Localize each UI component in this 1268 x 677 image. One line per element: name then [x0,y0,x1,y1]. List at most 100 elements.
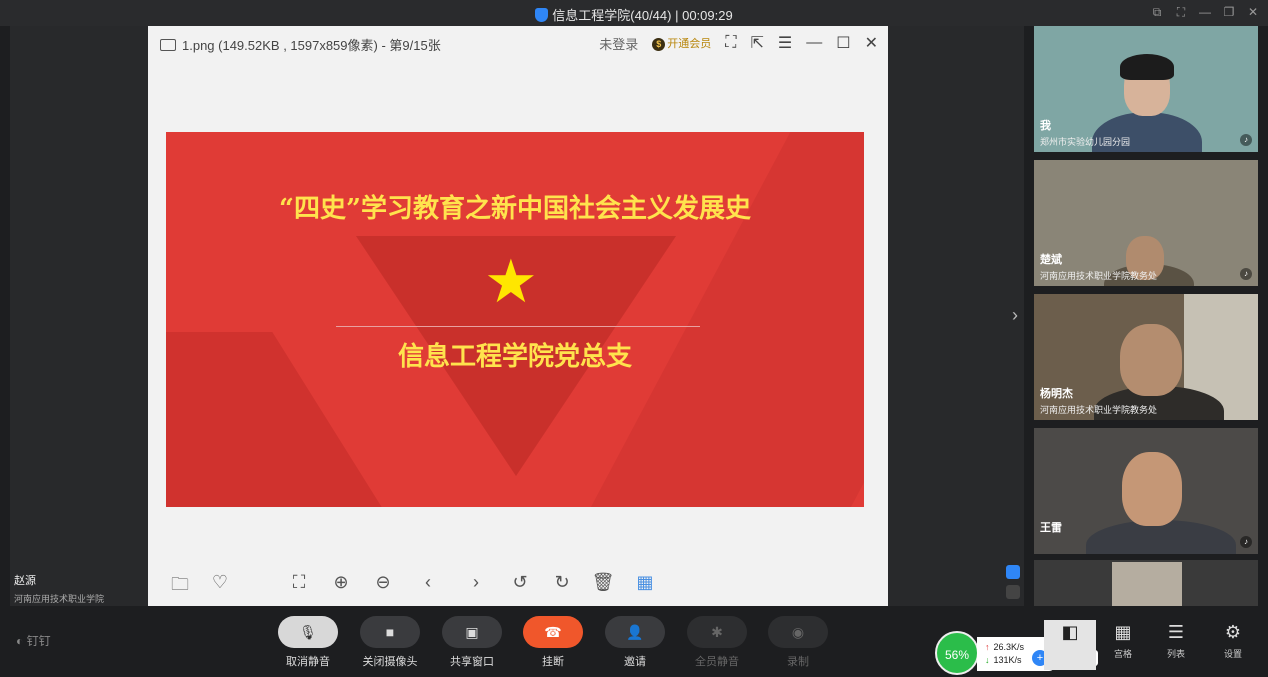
participant-name: 我 [1040,120,1051,132]
participant-tile[interactable]: 王雷 ♪ [1034,428,1258,554]
restore-icon[interactable]: ❐ [1222,5,1236,20]
title-bar: 信息工程学院(40/44) | 00:09:29 ⧉ ⛶ — ❐ ✕ [0,0,1268,26]
fit-screen-icon[interactable]: ⛶ [287,572,311,593]
unmute-label: 取消静音 [286,656,330,668]
brand-text: 钉钉 [26,634,51,648]
upload-rate: 26.3K/s [993,642,1025,652]
apps-icon[interactable]: ▦ [633,572,657,593]
participant-name: 楚斌 [1040,254,1062,266]
speaker-view-button[interactable]: ◧ [1044,620,1096,670]
participant-video [1112,562,1182,606]
hangup-label: 挂断 [542,656,564,668]
zoom-out-icon[interactable]: ⊖ [371,572,395,593]
mute-all-button[interactable]: ✱ 全员静音 [687,616,747,669]
participant-tile[interactable]: 我 郑州市实验幼儿园分园 ♪ [1034,26,1258,152]
settings-button[interactable]: ⚙ 设置 [1207,620,1259,670]
fullscreen-icon[interactable]: ⛶ [1174,5,1188,20]
mute-all-label: 全员静音 [695,656,739,668]
slide-divider [336,326,700,327]
unmute-button[interactable]: 🎙 取消静音 [278,616,338,669]
slide-subtitle: 信息工程学院党总支 [397,342,632,372]
record-button[interactable]: ◉ 录制 [768,616,828,669]
participant-tile[interactable]: 楚斌 河南应用技术职业学院教务处 ♪ [1034,160,1258,286]
minimize-icon[interactable]: — [1198,5,1212,20]
viewer-titlebar: 1.png (149.52KB , 1597x859像素) - 第9/15张 未… [148,26,888,60]
rotate-left-icon[interactable]: ↺ [508,572,532,593]
camera-off-label: 关闭摄像头 [362,656,418,668]
gear-icon: ⚙ [1224,622,1242,642]
record-icon: ◉ [768,616,828,648]
invite-button[interactable]: 👤 邀请 [605,616,665,669]
speaker-layout-icon: ◧ [1061,622,1079,642]
close-icon[interactable]: ✕ [1246,5,1260,20]
mic-icon: ♪ [1240,268,1252,280]
image-icon [160,39,176,51]
participant-tile[interactable]: 杨明杰 河南应用技术职业学院教务处 [1034,294,1258,420]
record-label: 录制 [787,656,809,668]
minimize-icon[interactable]: — [806,34,822,52]
delete-icon[interactable]: 🗑 [591,572,615,593]
image-viewer: 1.png (149.52KB , 1597x859像素) - 第9/15张 未… [148,26,888,606]
participant-name: 王雷 [1040,522,1062,534]
folder-icon[interactable]: 🗀 [168,572,192,602]
phone-hangup-icon: ☎ [523,616,583,648]
share-label: 共享窗口 [450,656,494,668]
share-icon: ▣ [442,616,502,648]
participant-name: 杨明杰 [1040,388,1073,400]
participant-tile[interactable] [1034,560,1258,606]
vip-button[interactable]: $ 开通会员 [652,35,711,51]
camera-off-button[interactable]: ■ 关闭摄像头 [360,616,420,669]
mic-icon: ♪ [1240,134,1252,146]
list-view-button[interactable]: ☰ 列表 [1150,620,1202,670]
login-link[interactable]: 未登录 [599,34,638,53]
list-label: 列表 [1166,649,1185,659]
slide-title: “四史”学习教育之新中国社会主义发展史 [279,194,751,224]
participant-org: 河南应用技术职业学院教务处 [1040,405,1158,415]
chevron-right-icon[interactable]: › [1006,290,1024,340]
participant-org: 河南应用技术职业学院教务处 [1040,271,1158,281]
side-status-icons [1006,565,1020,605]
rotate-right-icon[interactable]: ↻ [550,572,574,593]
close-icon[interactable]: ✕ [865,33,878,53]
fullscreen-icon[interactable]: ⛶ [725,34,736,52]
participant-video [1122,452,1182,526]
file-info-text: 1.png (149.52KB , 1597x859像素) - 第9/15张 [182,38,441,53]
settings-label: 设置 [1223,649,1242,659]
add-user-icon: 👤 [605,616,665,648]
mic-icon [1006,585,1020,599]
grid-view-button[interactable]: ▦ 宫格 [1097,620,1149,670]
participant-org: 郑州市实验幼儿园分园 [1040,137,1131,147]
maximize-icon[interactable]: ☐ [836,33,850,53]
network-quality: 56% [935,631,979,675]
vip-label: 开通会员 [667,38,712,50]
popout-icon[interactable]: ⧉ [1150,5,1164,20]
meeting-title-area: 信息工程学院(40/44) | 00:09:29 [0,5,1268,24]
dingtalk-icon: ◐ [16,634,24,648]
speaker-label: 赵源 河南应用技术职业学院 [14,572,104,605]
participant-video [1120,54,1174,80]
grid-icon: ▦ [1114,622,1132,642]
hangup-button[interactable]: ☎ 挂断 [523,616,583,669]
participant-video [1120,324,1182,396]
mic-icon: ♪ [1240,536,1252,548]
vip-icon: $ [652,38,666,51]
previous-icon[interactable]: ‹ [416,572,440,593]
speaker-name: 赵源 [14,575,36,587]
share-window-button[interactable]: ▣ 共享窗口 [442,616,502,669]
window-controls: ⧉ ⛶ — ❐ ✕ [1150,5,1260,20]
meeting-timer: 00:09:29 [682,8,733,23]
brand-logo: ◐ 钉钉 [16,632,51,649]
share-out-icon[interactable]: ⇱ [751,33,764,53]
shield-icon [535,8,549,22]
download-rate: 131K/s [993,655,1022,665]
grid-label: 宫格 [1113,649,1132,659]
download-icon: ↓ [985,655,990,665]
chat-icon[interactable] [1006,565,1020,579]
next-icon[interactable]: › [464,572,488,593]
invite-label: 邀请 [624,656,646,668]
camera-icon: ■ [360,616,420,648]
favorite-icon[interactable]: ♡ [208,572,232,593]
upload-icon: ↑ [985,642,990,652]
zoom-in-icon[interactable]: ⊕ [329,572,353,593]
menu-icon[interactable]: ☰ [778,33,792,53]
